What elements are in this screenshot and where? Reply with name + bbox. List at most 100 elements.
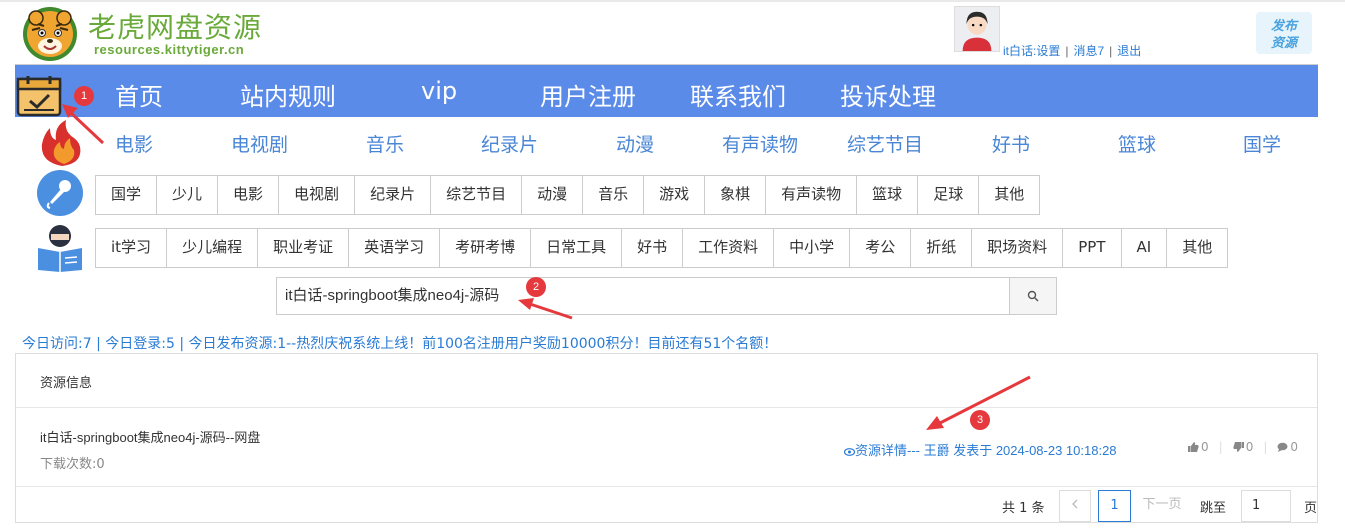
search-icon xyxy=(1027,290,1039,302)
resource-title-link[interactable]: it白话-springboot集成neo4j-源码--网盘 xyxy=(40,427,260,446)
category-item[interactable]: 电影 xyxy=(115,130,153,157)
resource-reactions: 0 | 0 | 0 xyxy=(1188,440,1298,454)
dislike-count: 0 xyxy=(1245,440,1254,454)
tag-item[interactable]: 象棋 xyxy=(705,176,767,214)
calendar-checkin-icon[interactable] xyxy=(16,75,62,117)
tag-item[interactable]: 职业考证 xyxy=(258,229,350,267)
category-item[interactable]: 综艺节目 xyxy=(847,130,923,157)
messages-link[interactable]: 消息7 xyxy=(1073,44,1104,58)
category-row: 电影 电视剧 音乐 纪录片 动漫 有声读物 综艺节目 好书 篮球 国学 xyxy=(0,124,1345,164)
category-item[interactable]: 纪录片 xyxy=(481,130,538,157)
resource-panel: 资源信息 it白话-springboot集成neo4j-源码--网盘 下载次数:… xyxy=(15,353,1318,523)
tag-item[interactable]: 少儿 xyxy=(157,176,219,214)
nav-rules[interactable]: 站内规则 xyxy=(240,77,336,112)
nav-register[interactable]: 用户注册 xyxy=(540,77,636,112)
logout-link[interactable]: 退出 xyxy=(1117,44,1141,58)
category-item[interactable]: 电视剧 xyxy=(231,130,288,157)
search-button[interactable] xyxy=(1010,277,1057,315)
prev-page-button[interactable] xyxy=(1059,490,1091,522)
download-count: 下载次数:0 xyxy=(40,457,105,472)
divider: | xyxy=(1263,440,1268,454)
publish-resource-button[interactable]: 发布 资源 xyxy=(1255,11,1313,55)
tag-item[interactable]: 中小学 xyxy=(774,229,851,267)
tag-item[interactable]: 足球 xyxy=(918,176,980,214)
publish-label-1: 发布 xyxy=(1271,18,1299,34)
row-divider xyxy=(16,486,1317,487)
category-item[interactable]: 音乐 xyxy=(366,130,404,157)
tag-item[interactable]: 纪录片 xyxy=(355,176,432,214)
user-settings-link[interactable]: it白话:设置 xyxy=(1003,44,1060,58)
nav-complaint[interactable]: 投诉处理 xyxy=(840,77,936,112)
main-navbar: 首页 站内规则 vip 用户注册 联系我们 投诉处理 xyxy=(15,64,1318,117)
panel-header: 资源信息 xyxy=(16,354,1317,408)
tag-item[interactable]: 其他 xyxy=(979,176,1039,214)
category-item[interactable]: 动漫 xyxy=(616,130,654,157)
like-count: 0 xyxy=(1201,440,1209,454)
site-stats-banner: 今日访问:7 | 今日登录:5 | 今日发布资源:1--热烈庆祝系统上线！前10… xyxy=(22,336,778,352)
next-page-button[interactable]: 下一页 xyxy=(1134,490,1190,522)
current-page-button[interactable]: 1 xyxy=(1098,490,1131,522)
eye-icon xyxy=(843,447,856,456)
category-item[interactable]: 有声读物 xyxy=(722,130,798,157)
category-item[interactable]: 好书 xyxy=(992,130,1030,157)
top-border xyxy=(0,0,1345,2)
tag-item[interactable]: 考研考博 xyxy=(440,229,532,267)
tag-item[interactable]: 综艺节目 xyxy=(431,176,523,214)
user-links: it白话:设置 | 消息7 | 退出 xyxy=(1003,42,1141,59)
tag-item[interactable]: 动漫 xyxy=(522,176,584,214)
comment-count: 0 xyxy=(1290,440,1299,454)
panel-title: 资源信息 xyxy=(40,376,93,391)
tag-item[interactable]: 电视剧 xyxy=(279,176,356,214)
tag-item[interactable]: 有声读物 xyxy=(766,176,858,214)
microphone-icon xyxy=(37,170,83,216)
tag-item[interactable]: 电影 xyxy=(218,176,280,214)
goto-page-input[interactable]: 1 xyxy=(1241,490,1291,522)
tag-item[interactable]: 英语学习 xyxy=(349,229,441,267)
category-item[interactable]: 国学 xyxy=(1243,130,1281,157)
page-unit-label: 页 xyxy=(1304,501,1318,516)
user-avatar[interactable] xyxy=(954,6,1000,52)
tag-item[interactable]: 职场资料 xyxy=(972,229,1064,267)
tag-item[interactable]: 日常工具 xyxy=(531,229,623,267)
annotation-badge-3: 3 xyxy=(970,410,990,430)
separator: | xyxy=(1065,44,1069,58)
chevron-left-icon xyxy=(1072,499,1078,509)
site-title[interactable]: 老虎网盘资源 xyxy=(88,6,262,46)
tag-item[interactable]: 好书 xyxy=(622,229,684,267)
tag-item[interactable]: 工作资料 xyxy=(683,229,775,267)
resource-detail-link[interactable]: 资源详情--- 王爵 发表于 2024-08-23 10:18:28 xyxy=(843,440,1117,459)
tag-item[interactable]: 篮球 xyxy=(857,176,919,214)
audio-video-tag-bar: 国学 少儿 电影 电视剧 纪录片 综艺节目 动漫 音乐 游戏 象棋 有声读物 篮… xyxy=(95,175,1041,215)
tag-item[interactable]: it学习 xyxy=(96,229,168,267)
dislike-button[interactable]: 0 xyxy=(1233,440,1254,454)
nav-vip[interactable]: vip xyxy=(421,77,457,105)
tag-item[interactable]: 少儿编程 xyxy=(167,229,259,267)
search-input[interactable]: it白话-springboot集成neo4j-源码 xyxy=(276,277,1010,315)
tiger-logo-icon[interactable] xyxy=(18,6,82,62)
divider: | xyxy=(1218,440,1223,454)
tag-item[interactable]: 音乐 xyxy=(583,176,645,214)
category-item[interactable]: 篮球 xyxy=(1118,130,1156,157)
resource-meta-text: 资源详情--- 王爵 发表于 2024-08-23 10:18:28 xyxy=(855,443,1117,458)
like-button[interactable]: 0 xyxy=(1188,440,1209,454)
separator: | xyxy=(1109,44,1113,58)
study-tag-bar: it学习 少儿编程 职业考证 英语学习 考研考博 日常工具 好书 工作资料 中小… xyxy=(95,228,1229,268)
tag-item[interactable]: 其他 xyxy=(1167,229,1227,267)
annotation-badge-1: 1 xyxy=(74,86,94,106)
comment-icon xyxy=(1277,442,1288,452)
site-domain: resources.kittytiger.cn xyxy=(94,42,245,57)
thumbs-down-icon xyxy=(1233,442,1244,452)
nav-contact[interactable]: 联系我们 xyxy=(690,77,786,112)
pager-total: 共 1 条 xyxy=(1002,501,1045,516)
comment-button[interactable]: 0 xyxy=(1277,440,1298,454)
tag-item[interactable]: 考公 xyxy=(850,229,912,267)
tag-item[interactable]: 游戏 xyxy=(644,176,706,214)
tag-item[interactable]: PPT xyxy=(1063,229,1122,267)
reading-book-icon xyxy=(38,225,82,272)
tag-item[interactable]: 折纸 xyxy=(911,229,973,267)
publish-label-2: 资源 xyxy=(1271,35,1300,51)
tag-item[interactable]: 国学 xyxy=(96,176,158,214)
nav-home[interactable]: 首页 xyxy=(115,77,163,112)
annotation-badge-2: 2 xyxy=(526,277,546,297)
tag-item[interactable]: AI xyxy=(1122,229,1168,267)
